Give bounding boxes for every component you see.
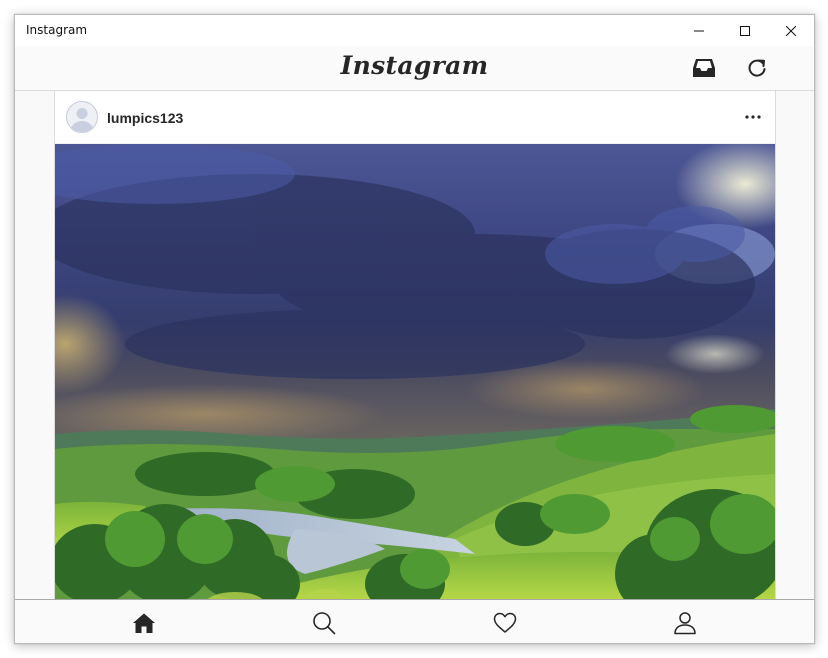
- avatar[interactable]: [66, 101, 98, 133]
- minimize-icon: [694, 30, 704, 31]
- post-photo[interactable]: [55, 144, 775, 600]
- window-title: Instagram: [26, 23, 88, 37]
- post-username[interactable]: lumpics123: [107, 110, 183, 126]
- nav-search-button[interactable]: [304, 608, 344, 638]
- post-header: lumpics123: [55, 91, 775, 144]
- home-icon: [133, 613, 155, 633]
- maximize-icon: [740, 25, 750, 36]
- minimize-button[interactable]: [676, 15, 722, 46]
- inbox-icon: [693, 59, 715, 77]
- post-card: lumpics123: [54, 91, 776, 600]
- default-avatar-icon: [66, 101, 98, 133]
- refresh-button[interactable]: [743, 55, 771, 81]
- bottom-navigation: [15, 599, 814, 643]
- profile-icon: [674, 612, 696, 635]
- feed[interactable]: lumpics123: [15, 91, 814, 600]
- maximize-button[interactable]: [722, 15, 768, 46]
- app-window: Instagram Instagram lumpics123: [14, 14, 815, 644]
- close-icon: [786, 25, 796, 36]
- close-button[interactable]: [768, 15, 814, 46]
- nav-activity-button[interactable]: [485, 608, 525, 638]
- nav-home-button[interactable]: [124, 608, 164, 638]
- search-icon: [313, 612, 336, 635]
- post-options-button[interactable]: [741, 109, 765, 125]
- refresh-icon: [748, 59, 766, 77]
- more-options-icon: [745, 115, 761, 119]
- app-header: Instagram: [15, 46, 814, 91]
- title-bar[interactable]: Instagram: [15, 15, 814, 46]
- nav-profile-button[interactable]: [665, 608, 705, 638]
- heart-icon: [493, 612, 517, 633]
- inbox-button[interactable]: [690, 55, 718, 81]
